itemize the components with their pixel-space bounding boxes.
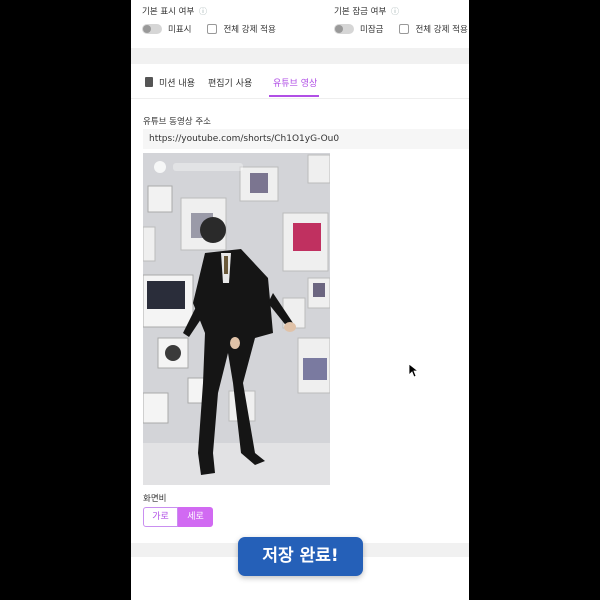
display-toggle-label: 미표시 [168, 25, 192, 35]
display-toggle[interactable] [142, 24, 162, 34]
lock-toggle[interactable] [334, 24, 354, 34]
tab-bar: 미션 내용 편집기 사용 유튜브 영상 [131, 66, 469, 99]
tab-mission-content[interactable]: 미션 내용 [145, 76, 195, 89]
video-url-input[interactable]: https://youtube.com/shorts/Ch1O1yG-Ou0 [143, 129, 469, 149]
mission-editor-panel: 기본 표시 여부 ⓘ 미표시 전체 강제 적용 기본 잠금 여부 ⓘ 미잠금 전… [131, 0, 469, 600]
active-tab-indicator [269, 95, 319, 97]
mouse-cursor-icon [409, 364, 419, 378]
lock-toggle-label: 미잠금 [360, 25, 384, 35]
tab-youtube[interactable]: 유튜브 영상 [273, 76, 317, 89]
aspect-ratio-label: 화면비 [143, 494, 167, 504]
toggle-knob [143, 25, 151, 33]
lock-setting-title: 기본 잠금 여부 [334, 7, 387, 17]
video-preview[interactable] [143, 153, 330, 485]
aspect-ratio-selector: 가로 세로 [143, 507, 213, 527]
ratio-landscape-button[interactable]: 가로 [143, 507, 178, 527]
video-url-label: 유튜브 동영상 주소 [143, 117, 211, 127]
ratio-portrait-button[interactable]: 세로 [178, 507, 213, 527]
video-frame-image [143, 153, 330, 485]
section-divider [131, 48, 469, 64]
save-complete-toast: 저장 완료! [238, 537, 363, 576]
toggle-knob [335, 25, 343, 33]
lock-force-label: 전체 강제 적용 [415, 25, 468, 35]
visibility-settings: 기본 표시 여부 ⓘ 미표시 전체 강제 적용 기본 잠금 여부 ⓘ 미잠금 전… [142, 6, 469, 38]
display-force-checkbox[interactable] [207, 24, 218, 34]
display-setting: 기본 표시 여부 ⓘ 미표시 전체 강제 적용 [142, 6, 312, 36]
tab-editor[interactable]: 편집기 사용 [208, 76, 252, 89]
display-force-label: 전체 강제 적용 [223, 25, 276, 35]
lock-setting: 기본 잠금 여부 ⓘ 미잠금 전체 강제 적용 [334, 6, 469, 36]
display-setting-title: 기본 표시 여부 [142, 7, 195, 17]
lock-force-checkbox[interactable] [399, 24, 410, 34]
help-icon[interactable]: ⓘ [199, 7, 207, 16]
help-icon[interactable]: ⓘ [391, 7, 399, 16]
clipboard-icon [145, 77, 153, 87]
